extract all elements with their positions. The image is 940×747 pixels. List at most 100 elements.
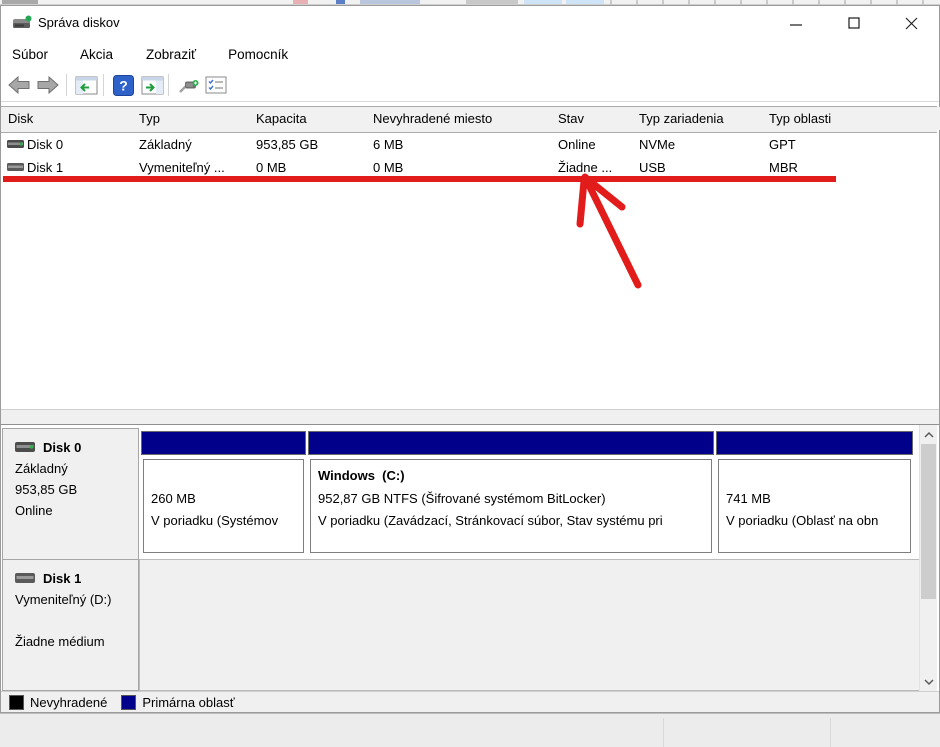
disk1-type: Vymeniteľný (D:) bbox=[15, 592, 112, 607]
menu-bar: Súbor Akcia Zobraziť Pomocník bbox=[1, 40, 939, 68]
cell-nevyhradene: 0 MB bbox=[373, 160, 404, 175]
background-divider bbox=[663, 718, 664, 747]
disk-icon bbox=[15, 442, 35, 452]
column-header-typ-zariadenia[interactable]: Typ zariadenia bbox=[632, 107, 763, 130]
app-icon bbox=[13, 15, 32, 28]
pane-splitter[interactable] bbox=[1, 410, 939, 425]
cell-kapacita: 953,85 GB bbox=[256, 137, 319, 152]
background-fragment bbox=[2, 0, 38, 4]
cell-nevyhradene: 6 MB bbox=[373, 137, 404, 152]
close-button[interactable] bbox=[894, 8, 928, 38]
toolbar-separator bbox=[168, 74, 169, 96]
forward-button[interactable] bbox=[34, 72, 62, 98]
partition-recovery[interactable]: 741 MB V poriadku (Oblasť na obn bbox=[716, 430, 913, 556]
disk0-type: Základný bbox=[15, 461, 68, 476]
vertical-scrollbar[interactable] bbox=[919, 425, 937, 691]
list-header-row: Disk Typ Kapacita Nevyhradené miesto Sta… bbox=[1, 106, 940, 133]
scroll-down-button[interactable] bbox=[920, 673, 937, 690]
console-tree-icon bbox=[75, 76, 97, 94]
chevron-down-icon bbox=[923, 678, 934, 685]
disk-management-window: Správa diskov Súbor Akcia Zobraziť Pomoc… bbox=[0, 5, 940, 713]
column-header-typ[interactable]: Typ bbox=[132, 107, 250, 130]
menu-subor[interactable]: Súbor bbox=[1, 43, 59, 66]
column-header-typ-oblasti[interactable]: Typ oblasti bbox=[762, 107, 893, 130]
disk-management-screen: Správa diskov Súbor Akcia Zobraziť Pomoc… bbox=[0, 0, 940, 747]
menu-pomocnik[interactable]: Pomocník bbox=[217, 43, 299, 66]
toolbar-separator bbox=[103, 74, 104, 96]
disk-icon bbox=[15, 573, 35, 583]
partition-status: V poriadku (Zavádzací, Stránkovací súbor… bbox=[318, 513, 663, 528]
partition-color-bar bbox=[716, 431, 913, 455]
partition-size: 741 MB bbox=[726, 491, 771, 506]
partition-status: V poriadku (Systémov bbox=[151, 513, 279, 528]
toolbar: ? bbox=[1, 68, 939, 102]
disk0-status: Online bbox=[15, 503, 53, 518]
action-pane-icon bbox=[141, 76, 163, 94]
disk1-info-panel[interactable]: Disk 1 Vymeniteľný (D:) Žiadne médium bbox=[2, 559, 139, 691]
show-console-tree-button[interactable] bbox=[72, 72, 100, 98]
menu-akcia[interactable]: Akcia bbox=[69, 43, 124, 66]
cell-zariadenie: NVMe bbox=[639, 137, 676, 152]
column-header-disk[interactable]: Disk bbox=[1, 107, 133, 130]
cell-stav: Online bbox=[558, 137, 596, 152]
cell-kapacita: 0 MB bbox=[256, 160, 287, 175]
disk1-empty-area[interactable] bbox=[139, 559, 921, 691]
properties-list-icon bbox=[205, 76, 227, 94]
cell-oblast: GPT bbox=[769, 137, 796, 152]
rescan-button[interactable] bbox=[174, 72, 202, 98]
background-fragment bbox=[466, 0, 518, 4]
disk0-size: 953,85 GB bbox=[15, 482, 78, 497]
toolbar-separator bbox=[66, 74, 67, 96]
minimize-icon bbox=[790, 24, 802, 26]
partition-size: 260 MB bbox=[151, 491, 196, 506]
cell-typ: Vymeniteľný ... bbox=[139, 160, 225, 175]
partition-color-bar bbox=[308, 431, 714, 455]
column-header-nevyhradene[interactable]: Nevyhradené miesto bbox=[366, 107, 552, 130]
cell-stav: Žiadne ... bbox=[558, 160, 613, 175]
partition-system[interactable]: 260 MB V poriadku (Systémov bbox=[141, 430, 306, 556]
graphical-view-pane: Disk 0 Základný 953,85 GB Online 260 MB … bbox=[1, 425, 939, 691]
maximize-button[interactable] bbox=[837, 8, 871, 38]
legend-swatch-primary bbox=[121, 694, 137, 710]
legend-swatch-unallocated bbox=[9, 694, 24, 710]
background-fragment bbox=[524, 0, 562, 4]
legend-label-unallocated: Nevyhradené bbox=[30, 694, 108, 710]
cell-zariadenie: USB bbox=[639, 160, 666, 175]
column-header-stav[interactable]: Stav bbox=[551, 107, 633, 130]
scroll-up-button[interactable] bbox=[920, 426, 937, 443]
background-divider bbox=[830, 718, 831, 747]
background-fragment bbox=[360, 0, 420, 4]
maximize-icon bbox=[848, 17, 860, 29]
table-row-disk0[interactable]: Disk 0 Základný 953,85 GB 6 MB Online NV… bbox=[1, 133, 937, 156]
legend-bar: Nevyhradené Primárna oblasť bbox=[1, 691, 939, 712]
partition-title: Windows (C:) bbox=[318, 468, 405, 483]
help-button[interactable]: ? bbox=[109, 72, 137, 98]
partition-windows-c[interactable]: Windows (C:) 952,87 GB NTFS (Šifrované s… bbox=[308, 430, 714, 556]
column-header-kapacita[interactable]: Kapacita bbox=[249, 107, 367, 130]
menu-zobrazit[interactable]: Zobraziť bbox=[135, 43, 207, 66]
cell-typ: Základný bbox=[139, 137, 192, 152]
minimize-button[interactable] bbox=[779, 8, 813, 38]
properties-list-button[interactable] bbox=[202, 72, 230, 98]
table-row-disk1[interactable]: Disk 1 Vymeniteľný ... 0 MB 0 MB Žiadne … bbox=[1, 156, 937, 179]
back-icon bbox=[8, 76, 30, 94]
back-button[interactable] bbox=[5, 72, 33, 98]
background-fragment bbox=[566, 0, 604, 4]
partition-size: 952,87 GB NTFS (Šifrované systémom BitLo… bbox=[318, 491, 606, 506]
forward-icon bbox=[37, 76, 59, 94]
close-icon bbox=[905, 17, 917, 29]
background-window-bottom bbox=[0, 713, 940, 747]
chevron-up-icon bbox=[923, 431, 934, 438]
help-icon: ? bbox=[112, 74, 134, 96]
background-fragment bbox=[336, 0, 345, 4]
scrollbar-thumb[interactable] bbox=[921, 444, 936, 599]
show-action-pane-button[interactable] bbox=[138, 72, 166, 98]
disk0-info-panel[interactable]: Disk 0 Základný 953,85 GB Online bbox=[2, 428, 139, 560]
partition-status: V poriadku (Oblasť na obn bbox=[726, 513, 879, 528]
background-fragment bbox=[293, 0, 308, 4]
title-bar: Správa diskov bbox=[1, 6, 939, 40]
partition-box: Windows (C:) 952,87 GB NTFS (Šifrované s… bbox=[310, 459, 712, 553]
partition-box: 741 MB V poriadku (Oblasť na obn bbox=[718, 459, 911, 553]
window-title: Správa diskov bbox=[38, 15, 120, 30]
svg-text:?: ? bbox=[119, 77, 128, 93]
